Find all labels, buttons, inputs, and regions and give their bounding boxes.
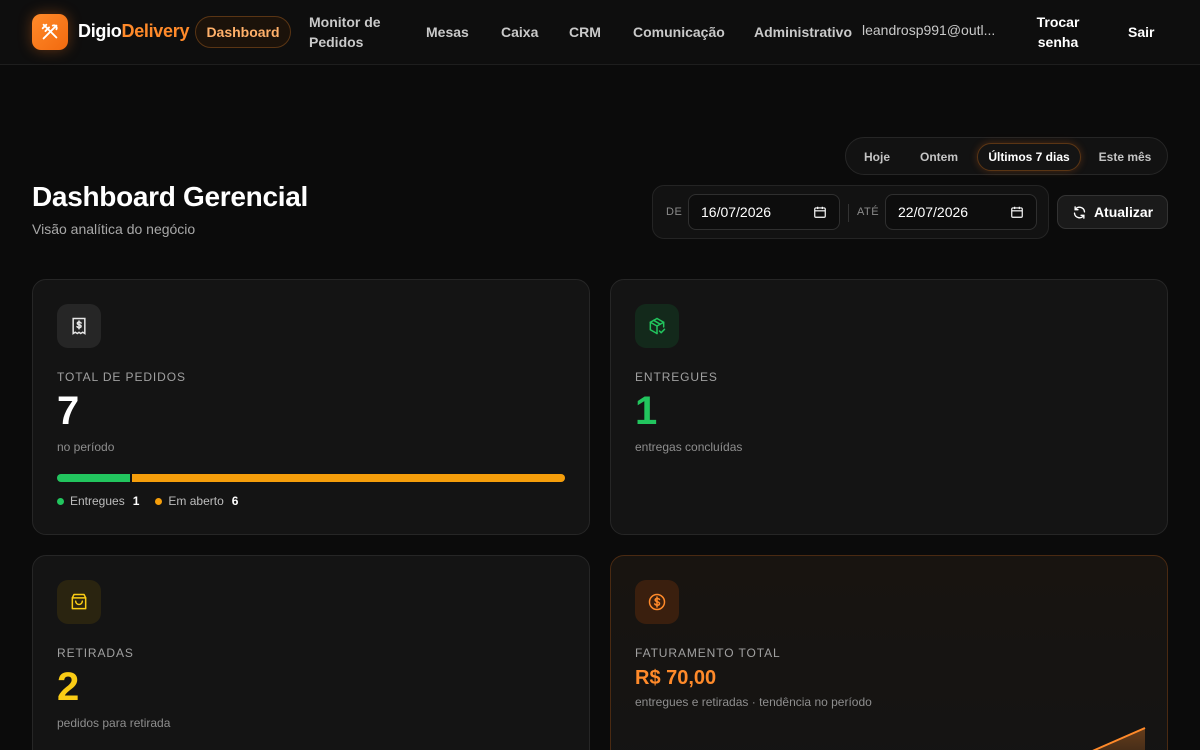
nav-crm[interactable]: CRM <box>569 22 601 42</box>
card-label: RETIRADAS <box>57 646 134 660</box>
brand-logo-icon[interactable] <box>32 14 68 50</box>
card-total-pedidos: TOTAL DE PEDIDOS 7 no período Entregues … <box>32 279 590 535</box>
pickup-value: 2 <box>57 665 80 709</box>
revenue-value: R$ 70,00 <box>635 667 717 689</box>
calendar-icon[interactable] <box>813 205 827 219</box>
period-hoje[interactable]: Hoje <box>854 143 900 171</box>
refresh-icon <box>1073 205 1086 219</box>
nav-monitor-pedidos[interactable]: Monitor de Pedidos <box>309 12 381 52</box>
date-range: DE 16/07/2026 ATÉ 22/07/2026 <box>652 185 1049 239</box>
page-title: Dashboard Gerencial <box>32 181 308 212</box>
brand-name[interactable]: DigioDelivery <box>78 21 189 42</box>
card-label: TOTAL DE PEDIDOS <box>57 370 186 384</box>
page-subtitle: Visão analítica do negócio <box>32 221 196 237</box>
package-check-icon <box>635 304 679 348</box>
legend-delivered: Entregues 1 <box>57 494 139 508</box>
user-email: leandrosp991@outl... <box>862 22 996 38</box>
card-label: FATURAMENTO TOTAL <box>635 646 781 660</box>
date-to-input[interactable]: 22/07/2026 <box>885 194 1037 230</box>
nav-sair[interactable]: Sair <box>1128 22 1154 42</box>
total-orders-value: 7 <box>57 389 80 433</box>
date-separator <box>848 204 849 222</box>
legend-dot <box>57 497 64 505</box>
receipt-icon <box>57 304 101 348</box>
period-ultimos-7-dias[interactable]: Últimos 7 dias <box>977 143 1081 171</box>
card-description: entregas concluídas <box>635 440 743 454</box>
period-ontem[interactable]: Ontem <box>908 143 970 171</box>
card-entregues: ENTREGUES 1 entregas concluídas <box>610 279 1168 535</box>
nav-mesas[interactable]: Mesas <box>426 22 469 42</box>
card-retiradas: RETIRADAS 2 pedidos para retirada <box>32 555 590 750</box>
date-from-input[interactable]: 16/07/2026 <box>688 194 840 230</box>
card-faturamento: FATURAMENTO TOTAL R$ 70,00 entregues e r… <box>610 555 1168 750</box>
legend-dot <box>155 497 163 505</box>
card-description: no período <box>57 440 115 454</box>
progress-open-segment <box>131 474 565 482</box>
period-selector: Hoje Ontem Últimos 7 dias Este mês <box>845 137 1168 175</box>
orders-legend: Entregues 1 Em aberto 6 <box>57 494 238 508</box>
card-description: pedidos para retirada <box>57 716 171 730</box>
dollar-circle-icon <box>635 580 679 624</box>
refresh-button[interactable]: Atualizar <box>1057 195 1168 229</box>
shopping-bag-icon <box>57 580 101 624</box>
nav-trocar-senha[interactable]: Trocar senha <box>1030 12 1086 52</box>
top-navbar: DigioDelivery Dashboard Monitor de Pedid… <box>0 0 1200 65</box>
orders-progress-bar <box>57 474 565 482</box>
progress-delivered-segment <box>57 474 130 482</box>
period-este-mes[interactable]: Este mês <box>1089 143 1161 171</box>
date-to-label: ATÉ <box>857 206 880 218</box>
date-from-label: DE <box>666 206 683 218</box>
calendar-icon[interactable] <box>1010 205 1024 219</box>
card-label: ENTREGUES <box>635 370 718 384</box>
revenue-trend-sparkline <box>1092 727 1146 750</box>
nav-caixa[interactable]: Caixa <box>501 22 538 42</box>
nav-dashboard[interactable]: Dashboard <box>195 16 291 48</box>
nav-comunicacao[interactable]: Comunicação <box>633 22 725 42</box>
delivered-value: 1 <box>635 389 658 433</box>
legend-open: Em aberto 6 <box>155 494 238 508</box>
nav-administrativo[interactable]: Administrativo <box>754 22 852 42</box>
